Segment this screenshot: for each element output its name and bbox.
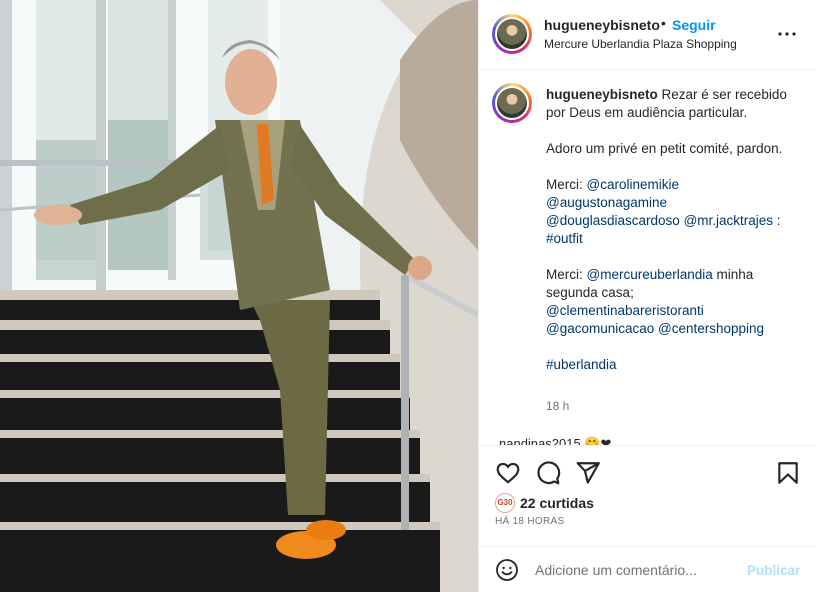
post-date: HÁ 18 HORAS [495, 516, 565, 527]
mention-link[interactable]: @augustonagamine [546, 195, 667, 210]
caption-author-avatar[interactable] [492, 83, 532, 123]
post-photo[interactable] [0, 0, 478, 592]
bookmark-icon[interactable] [775, 460, 801, 486]
smiley-icon[interactable] [495, 558, 519, 582]
caption-timestamp: 18 h [546, 399, 570, 413]
publish-button[interactable]: Publicar [747, 563, 800, 578]
post-image [0, 0, 478, 592]
separator-dot: • [661, 15, 666, 31]
mention-link[interactable]: @centershopping [658, 321, 764, 336]
comment-input[interactable] [535, 560, 735, 580]
hashtag-link[interactable]: #outfit [546, 231, 583, 246]
likes-count[interactable]: 22 curtidas [520, 495, 594, 511]
author-avatar[interactable] [492, 14, 532, 54]
comment-icon[interactable] [535, 460, 561, 486]
mention-link[interactable]: @mercureuberlandia [587, 267, 713, 282]
mention-link[interactable]: @douglasdiascardoso [546, 213, 680, 228]
caption-colon: : [773, 213, 781, 228]
caption-merci-1: Merci: [546, 177, 587, 192]
post-location[interactable]: Mercure Uberlandia Plaza Shopping [544, 37, 737, 51]
mention-link[interactable]: @gacomunicacao [546, 321, 654, 336]
post-details-panel: hugueneybisneto • Seguir Mercure Uberlan… [478, 0, 816, 592]
paper-plane-icon[interactable] [575, 460, 601, 486]
caption-line-2: Adoro um privé en petit comité, pardon. [546, 141, 783, 156]
next-comment-preview[interactable]: nandinas2015 🤭❤ [499, 436, 719, 445]
caption-username[interactable]: hugueneybisneto [546, 87, 658, 102]
add-comment-bar: Publicar [479, 546, 816, 592]
post-actions: G30 22 curtidas HÁ 18 HORAS [479, 445, 816, 545]
author-username[interactable]: hugueneybisneto [544, 17, 660, 33]
more-options-icon[interactable] [775, 22, 799, 46]
mention-link[interactable]: @clementinabareristoranti [546, 303, 704, 318]
post-header: hugueneybisneto • Seguir Mercure Uberlan… [479, 0, 816, 70]
caption-merci-2: Merci: [546, 267, 587, 282]
post-caption: hugueneybisneto Rezar é ser recebido por… [546, 86, 796, 374]
follow-button[interactable]: Seguir [672, 17, 716, 33]
mention-link[interactable]: @carolinemikie [587, 177, 679, 192]
comments-section: hugueneybisneto Rezar é ser recebido por… [479, 71, 816, 445]
hashtag-link[interactable]: #uberlandia [546, 357, 617, 372]
liker-avatar[interactable]: G30 [495, 493, 515, 513]
heart-icon[interactable] [495, 460, 521, 486]
mention-link[interactable]: @mr.jacktrajes [684, 213, 773, 228]
